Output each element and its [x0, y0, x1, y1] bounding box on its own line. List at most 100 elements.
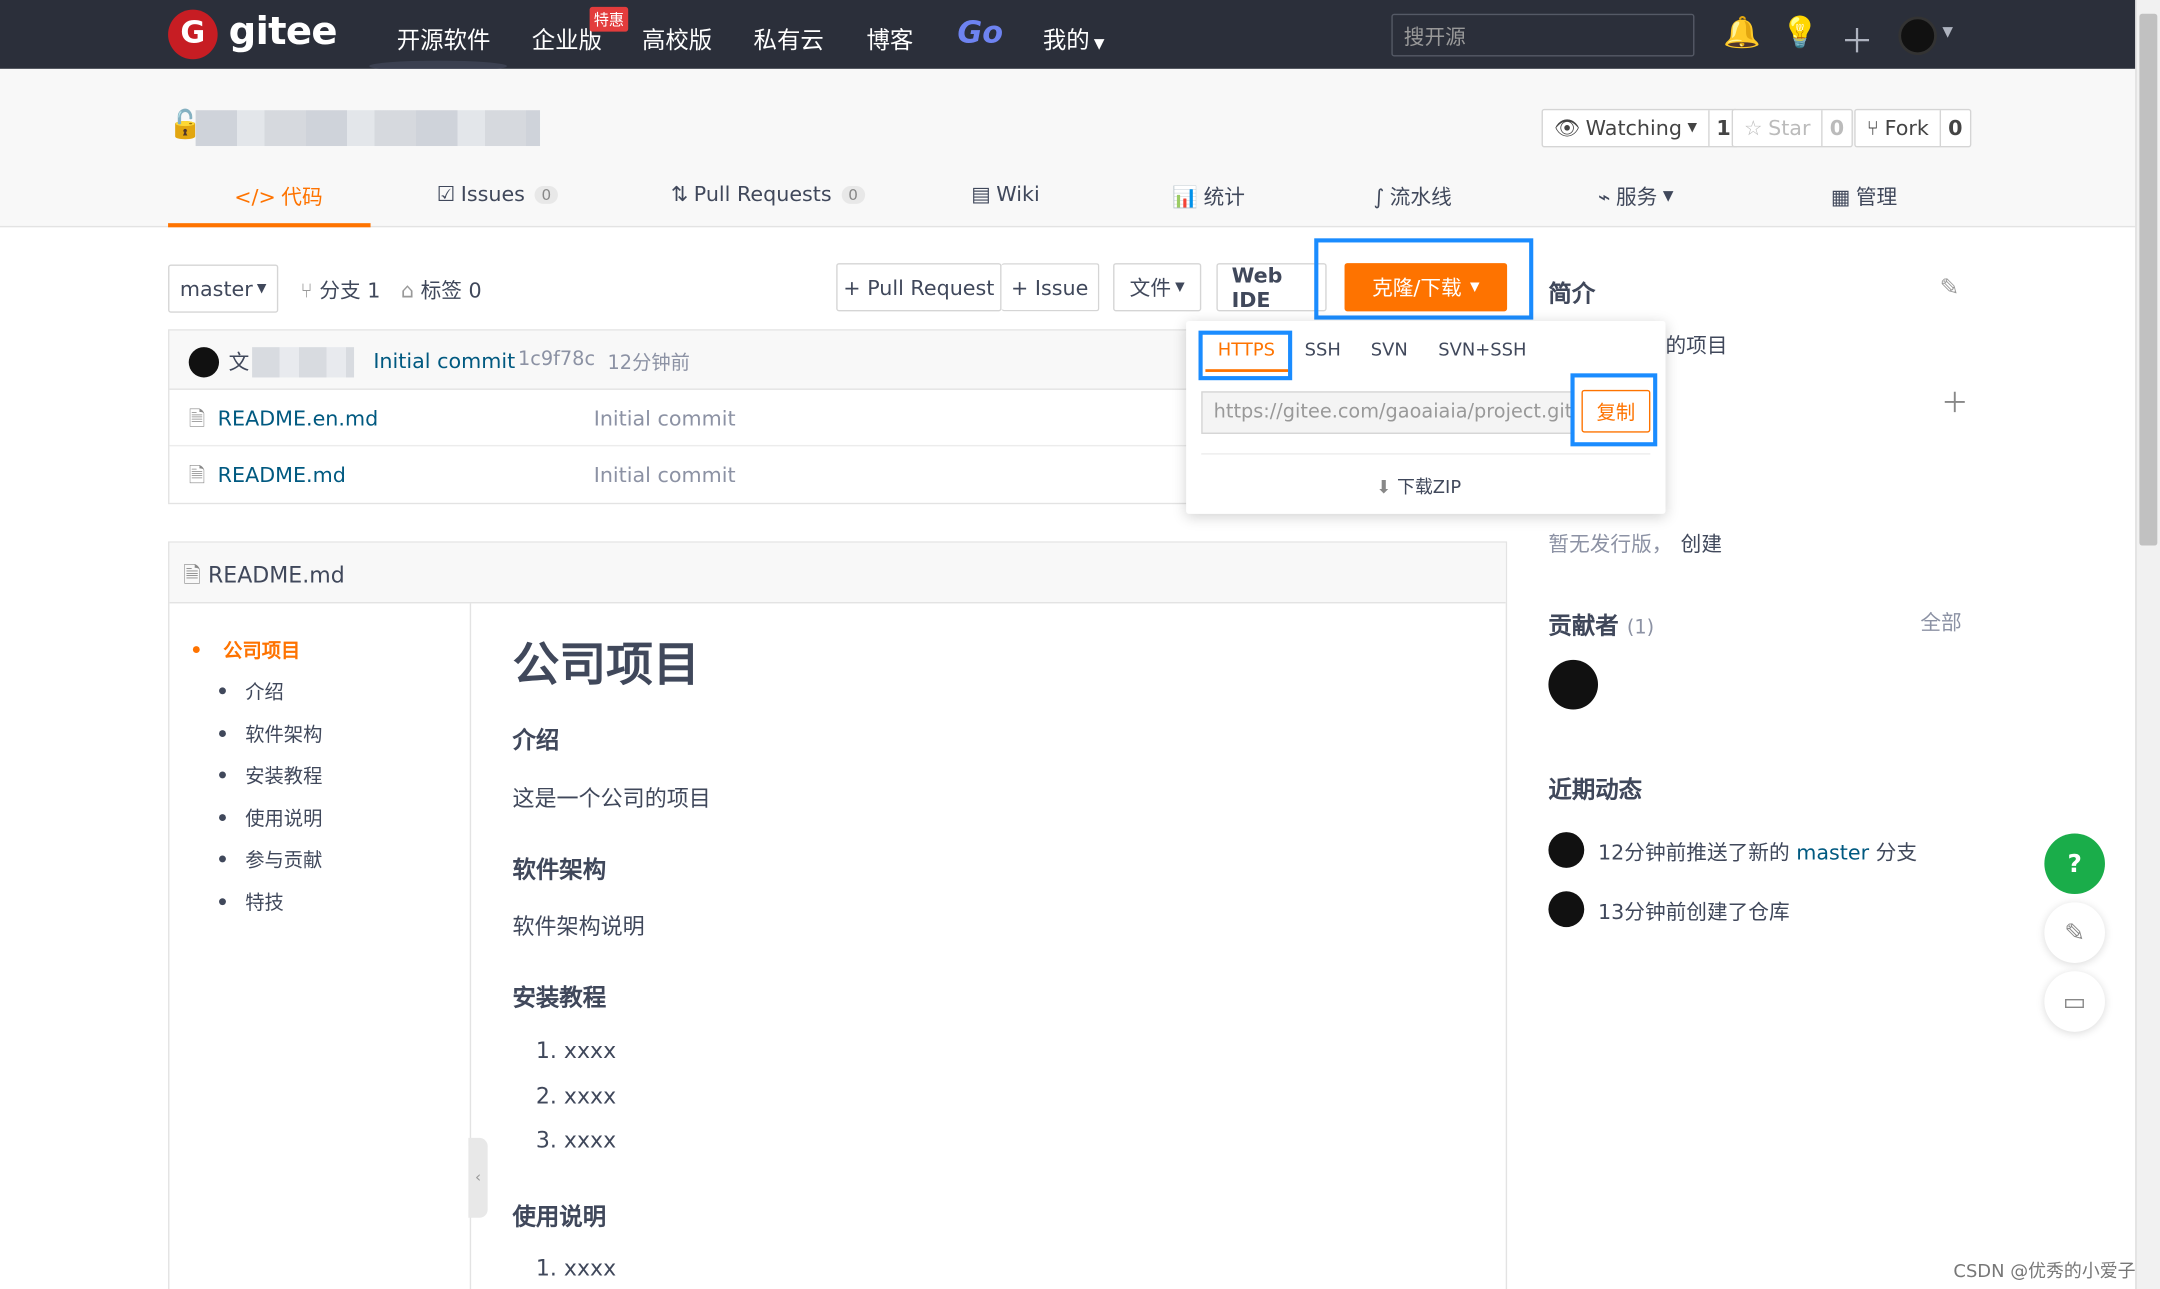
watch-button[interactable]: 👁 Watching ▼ 1 — [1541, 108, 1739, 148]
toc-item[interactable]: 公司项目 — [223, 636, 300, 664]
chat-icon: ▭ — [2062, 987, 2087, 1016]
new-issue-button[interactable]: + Issue — [1001, 263, 1100, 312]
clone-url-input[interactable]: https://gitee.com/gaoaiaia/project.git — [1201, 391, 1574, 434]
scrollbar-thumb[interactable] — [2139, 13, 2158, 546]
edit-icon: ✎ — [2064, 918, 2086, 948]
plus-icon[interactable]: ＋ — [1941, 380, 1969, 420]
fork-button[interactable]: ⑂ Fork 0 — [1854, 108, 1971, 148]
tab-issues[interactable]: ☑ Issues 0 — [437, 182, 559, 207]
pr-count: 0 — [841, 185, 865, 204]
sidebar-intro-text: 的项目 — [1665, 333, 1728, 359]
web-ide-button[interactable]: Web IDE — [1216, 262, 1327, 312]
edit-icon[interactable]: ✎ — [1940, 274, 1960, 302]
bell-icon[interactable]: 🔔 — [1723, 17, 1761, 51]
new-pull-request-button[interactable]: + Pull Request — [836, 263, 1002, 312]
watch-label: Watching — [1585, 115, 1682, 141]
toc-item[interactable]: 特技 — [245, 889, 284, 917]
tab-pipeline[interactable]: ∫ 流水线 — [1373, 182, 1451, 211]
search-input[interactable]: 搜开源 — [1391, 13, 1695, 57]
file-icon: 🗎 — [188, 406, 206, 432]
nav-mine-label: 我的 — [1042, 27, 1090, 56]
contributors-all-link[interactable]: 全部 — [1920, 608, 1961, 637]
nav-private-cloud[interactable]: 私有云 — [754, 21, 824, 56]
chat-button[interactable]: ▭ — [2044, 971, 2105, 1032]
list-item-text: xxxx — [563, 1082, 617, 1109]
file-menu-button[interactable]: 文件 ▼ — [1113, 263, 1202, 312]
commit-hash[interactable]: 1c9f78c — [518, 349, 595, 371]
create-release-link[interactable]: 创建 — [1681, 529, 1722, 558]
file-label: 文件 — [1129, 275, 1172, 301]
download-zip-label: 下载ZIP — [1396, 478, 1462, 499]
tab-stats[interactable]: 📊 统计 — [1172, 182, 1245, 211]
nav-go[interactable]: Go — [957, 17, 1003, 51]
star-button[interactable]: ☆ Star 0 — [1731, 108, 1853, 148]
file-commit-message[interactable]: Initial commit — [594, 406, 736, 431]
avatar[interactable] — [1548, 832, 1585, 868]
toc-collapse-handle[interactable]: ‹ — [468, 1137, 488, 1218]
branch-label: master — [179, 276, 253, 302]
readme-paragraph: 软件架构说明 — [512, 913, 645, 940]
branch-count: 分支 1 — [319, 278, 381, 304]
toc-item[interactable]: 参与贡献 — [245, 846, 322, 874]
settings-doc-icon: ▦ — [1830, 183, 1851, 209]
readme-list-item: 3. xxxx — [535, 1126, 617, 1154]
tab-services[interactable]: ⌁ 服务 ▼ — [1598, 182, 1673, 211]
project-name-redacted — [195, 110, 541, 147]
nav-education[interactable]: 高校版 — [642, 21, 712, 56]
toc-bullet — [192, 646, 200, 653]
commit-author[interactable]: 文 — [229, 347, 250, 376]
toc-item[interactable]: 软件架构 — [245, 720, 322, 748]
branch-select[interactable]: master ▼ — [168, 264, 279, 313]
list-item-text: xxxx — [563, 1254, 617, 1282]
gitee-logo-text[interactable]: gitee — [229, 8, 338, 53]
toc-item[interactable]: 安装教程 — [245, 762, 322, 790]
protocol-tab-ssh[interactable]: SSH — [1305, 340, 1341, 361]
nav-blog[interactable]: 博客 — [867, 21, 914, 56]
readme-panel: 🗎 README.md 公司项目 介绍 软件架构 安装教程 使用说明 参与贡献 … — [168, 541, 1508, 1289]
tab-code[interactable]: </> 代码 — [234, 182, 322, 211]
copy-button[interactable]: 复制 — [1581, 389, 1651, 433]
commit-message-link[interactable]: Initial commit — [373, 349, 515, 374]
feedback-edit-button[interactable]: ✎ — [2044, 902, 2105, 963]
avatar[interactable] — [1548, 891, 1585, 928]
branch-link[interactable]: master — [1796, 840, 1869, 865]
download-icon: ⬇ — [1376, 478, 1392, 499]
protocol-tab-svn[interactable]: SVN — [1371, 340, 1408, 361]
pipeline-icon: ∫ — [1373, 183, 1385, 209]
file-link[interactable]: README.md — [218, 463, 346, 488]
download-zip-link[interactable]: ⬇ 下载ZIP — [1376, 473, 1461, 499]
tab-pull-requests[interactable]: ⇅ Pull Requests 0 — [671, 182, 865, 207]
star-icon: ☆ — [1744, 115, 1763, 141]
toc-item[interactable]: 使用说明 — [245, 805, 322, 833]
tag-count-link[interactable]: ⌂ 标签 0 — [401, 276, 482, 305]
file-link[interactable]: README.en.md — [218, 406, 379, 431]
list-item-text: xxxx — [563, 1126, 617, 1154]
toc-item[interactable]: 介绍 — [245, 678, 284, 706]
tab-services-label: 服务 — [1615, 184, 1658, 210]
branch-count-link[interactable]: ⑂ 分支 1 — [300, 276, 380, 305]
clone-download-button[interactable]: 克隆/下载 ▼ — [1344, 263, 1508, 312]
plus-icon[interactable]: ＋ — [1840, 14, 1873, 62]
toc-bullet — [219, 814, 226, 822]
tab-wiki[interactable]: ▤ Wiki — [971, 182, 1039, 207]
protocol-tab-https[interactable]: HTTPS — [1218, 340, 1275, 361]
protocol-tab-svn-ssh[interactable]: SVN+SSH — [1438, 340, 1526, 361]
star-count[interactable]: 0 — [1823, 116, 1851, 141]
contributors-label: 贡献者 — [1548, 613, 1619, 641]
nav-mine[interactable]: 我的 ▼ — [1042, 21, 1105, 56]
contributor-avatar[interactable] — [1548, 659, 1599, 710]
divider — [1201, 453, 1651, 455]
file-commit-message[interactable]: Initial commit — [594, 463, 736, 488]
lightbulb-icon[interactable]: 💡 — [1781, 17, 1819, 51]
user-avatar[interactable] — [1898, 16, 1937, 56]
chevron-down-icon[interactable]: ▼ — [1942, 25, 1953, 40]
avatar[interactable] — [188, 347, 220, 378]
tab-manage[interactable]: ▦ 管理 — [1831, 182, 1897, 211]
page-scrollbar[interactable] — [2135, 0, 2160, 1289]
project-header: 🔓 👁 Watching ▼ 1 ☆ Star 0 ⑂ Fork 0 </> 代码 ☑ Is… — [0, 68, 2136, 228]
help-button[interactable]: ? — [2044, 833, 2105, 895]
activity-item: 12分钟前推送了新的 master 分支 — [1598, 838, 1917, 867]
gitee-logo-icon[interactable]: G — [168, 9, 218, 60]
fork-count[interactable]: 0 — [1941, 116, 1969, 141]
nav-open-source[interactable]: 开源软件 — [397, 21, 491, 56]
